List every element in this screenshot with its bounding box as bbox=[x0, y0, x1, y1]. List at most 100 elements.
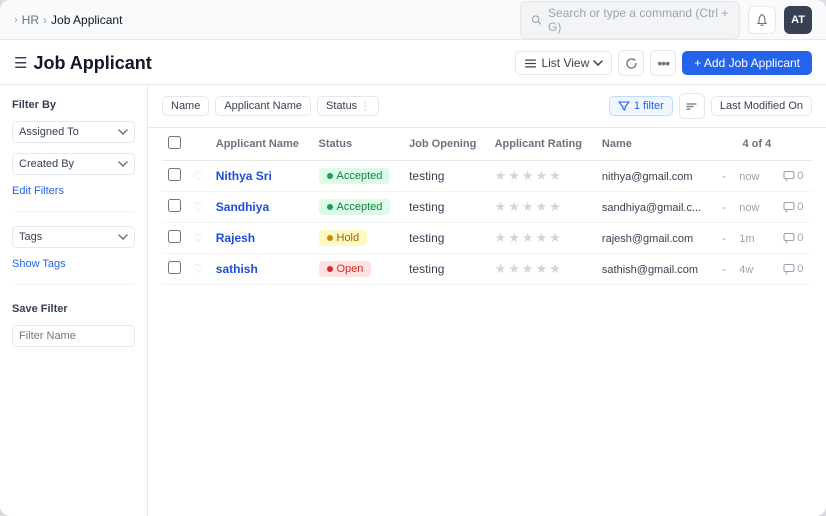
star-icon[interactable]: ★ bbox=[495, 168, 507, 184]
table-row: ♡ Rajesh Hold testing ★★★★★ rajesh@gmail… bbox=[162, 223, 812, 254]
favorite-icon[interactable]: ♡ bbox=[193, 169, 204, 183]
menu-icon[interactable]: ☰ bbox=[14, 54, 27, 72]
row-checkbox-cell bbox=[162, 161, 187, 192]
bell-button[interactable] bbox=[748, 6, 776, 34]
more-options-button[interactable]: ••• bbox=[650, 50, 676, 76]
main-content: Filter By Assigned To Created By Edit Fi… bbox=[0, 85, 826, 516]
status-cell: Open bbox=[313, 254, 404, 285]
refresh-button[interactable] bbox=[618, 50, 644, 76]
applicant-name-header: Applicant Name bbox=[210, 128, 313, 161]
email-value: rajesh@gmail.com bbox=[602, 233, 693, 245]
star-icon[interactable]: ★ bbox=[508, 199, 520, 215]
comment-icon bbox=[783, 232, 795, 244]
row-checkbox[interactable] bbox=[168, 261, 181, 274]
tags-select[interactable]: Tags bbox=[12, 226, 135, 248]
applicants-table: Applicant Name Status Job Opening Applic… bbox=[162, 128, 812, 285]
star-icon[interactable]: ★ bbox=[536, 230, 548, 246]
star-icon[interactable]: ★ bbox=[522, 261, 534, 277]
comment-icon bbox=[783, 201, 795, 213]
email-value: sandhiya@gmail.c... bbox=[602, 202, 701, 214]
email-cell: sandhiya@gmail.c... bbox=[596, 192, 716, 223]
last-modified-button[interactable]: Last Modified On bbox=[711, 96, 812, 116]
favorite-icon[interactable]: ♡ bbox=[193, 262, 204, 276]
filter-name-input[interactable] bbox=[12, 325, 135, 347]
status-dot-icon bbox=[327, 266, 333, 272]
comment-cell: 0 bbox=[777, 254, 812, 285]
breadcrumb-hr: HR bbox=[22, 13, 39, 27]
star-icon[interactable]: ★ bbox=[508, 261, 520, 277]
page-header-right: List View ••• + Add Job Applicant bbox=[515, 50, 812, 76]
star-icon[interactable]: ★ bbox=[495, 199, 507, 215]
status-col-label: Status bbox=[326, 100, 357, 112]
sort-button[interactable] bbox=[679, 93, 705, 119]
star-icon[interactable]: ★ bbox=[549, 199, 561, 215]
filter-by-label: Filter By bbox=[12, 99, 135, 111]
job-opening-header: Job Opening bbox=[403, 128, 489, 161]
row-checkbox[interactable] bbox=[168, 230, 181, 243]
table-toolbar-right: 1 filter Last Modified On bbox=[609, 93, 812, 119]
search-bar[interactable]: Search or type a command (Ctrl + G) bbox=[520, 1, 740, 39]
fav-cell: ♡ bbox=[187, 254, 210, 285]
job-opening-cell: testing bbox=[403, 254, 489, 285]
more-dots-icon: ••• bbox=[657, 55, 669, 71]
status-dot-icon bbox=[327, 204, 333, 210]
name-column-pill[interactable]: Name bbox=[162, 96, 209, 116]
row-checkbox[interactable] bbox=[168, 168, 181, 181]
email-cell: nithya@gmail.com bbox=[596, 161, 716, 192]
created-by-filter: Created By bbox=[12, 153, 135, 175]
row-checkbox[interactable] bbox=[168, 199, 181, 212]
star-icon[interactable]: ★ bbox=[495, 230, 507, 246]
status-dot-icon bbox=[327, 235, 333, 241]
email-cell: rajesh@gmail.com bbox=[596, 223, 716, 254]
star-icon[interactable]: ★ bbox=[508, 168, 520, 184]
favorite-icon[interactable]: ♡ bbox=[193, 200, 204, 214]
star-icon[interactable]: ★ bbox=[536, 199, 548, 215]
add-job-applicant-button[interactable]: + Add Job Applicant bbox=[682, 51, 812, 75]
show-tags-link[interactable]: Show Tags bbox=[12, 258, 135, 270]
rating-stars[interactable]: ★★★★★ bbox=[495, 168, 590, 184]
table-toolbar: Name Applicant Name Status ⋮ 1 filter bbox=[148, 85, 826, 128]
star-icon[interactable]: ★ bbox=[549, 230, 561, 246]
star-icon[interactable]: ★ bbox=[536, 261, 548, 277]
star-icon[interactable]: ★ bbox=[549, 261, 561, 277]
table-row: ♡ Sandhiya Accepted testing ★★★★★ sandhi… bbox=[162, 192, 812, 223]
applicant-name-cell[interactable]: Rajesh bbox=[210, 223, 313, 254]
time-header bbox=[716, 128, 733, 161]
star-icon[interactable]: ★ bbox=[522, 199, 534, 215]
star-icon[interactable]: ★ bbox=[495, 261, 507, 277]
applicant-name-column-pill[interactable]: Applicant Name bbox=[215, 96, 311, 116]
applicant-name-cell[interactable]: sathish bbox=[210, 254, 313, 285]
fav-header bbox=[187, 128, 210, 161]
dash-cell: - bbox=[716, 161, 733, 192]
star-icon[interactable]: ★ bbox=[522, 168, 534, 184]
list-view-button[interactable]: List View bbox=[515, 51, 612, 75]
fav-cell: ♡ bbox=[187, 223, 210, 254]
status-cell: Hold bbox=[313, 223, 404, 254]
applicant-name-cell[interactable]: Sandhiya bbox=[210, 192, 313, 223]
applicant-rating-header: Applicant Rating bbox=[489, 128, 596, 161]
select-all-header bbox=[162, 128, 187, 161]
star-icon[interactable]: ★ bbox=[508, 230, 520, 246]
star-icon[interactable]: ★ bbox=[536, 168, 548, 184]
select-all-checkbox[interactable] bbox=[168, 136, 181, 149]
time-value: 1m bbox=[739, 233, 754, 245]
edit-filters-link[interactable]: Edit Filters bbox=[12, 185, 135, 197]
applicant-name-cell[interactable]: Nithya Sri bbox=[210, 161, 313, 192]
breadcrumb-current: Job Applicant bbox=[51, 13, 122, 27]
fav-cell: ♡ bbox=[187, 161, 210, 192]
created-by-select[interactable]: Created By bbox=[12, 153, 135, 175]
star-icon[interactable]: ★ bbox=[549, 168, 561, 184]
comment-cell: 0 bbox=[777, 192, 812, 223]
applicant-rating-cell: ★★★★★ bbox=[489, 254, 596, 285]
rating-stars[interactable]: ★★★★★ bbox=[495, 230, 590, 246]
filter-button[interactable]: 1 filter bbox=[609, 96, 673, 116]
assigned-to-select[interactable]: Assigned To bbox=[12, 121, 135, 143]
avatar[interactable]: AT bbox=[784, 6, 812, 34]
rating-stars[interactable]: ★★★★★ bbox=[495, 199, 590, 215]
status-column-pill[interactable]: Status ⋮ bbox=[317, 96, 379, 116]
rating-stars[interactable]: ★★★★★ bbox=[495, 261, 590, 277]
status-dot-icon bbox=[327, 173, 333, 179]
topbar-right: Search or type a command (Ctrl + G) AT bbox=[520, 1, 812, 39]
favorite-icon[interactable]: ♡ bbox=[193, 231, 204, 245]
star-icon[interactable]: ★ bbox=[522, 230, 534, 246]
